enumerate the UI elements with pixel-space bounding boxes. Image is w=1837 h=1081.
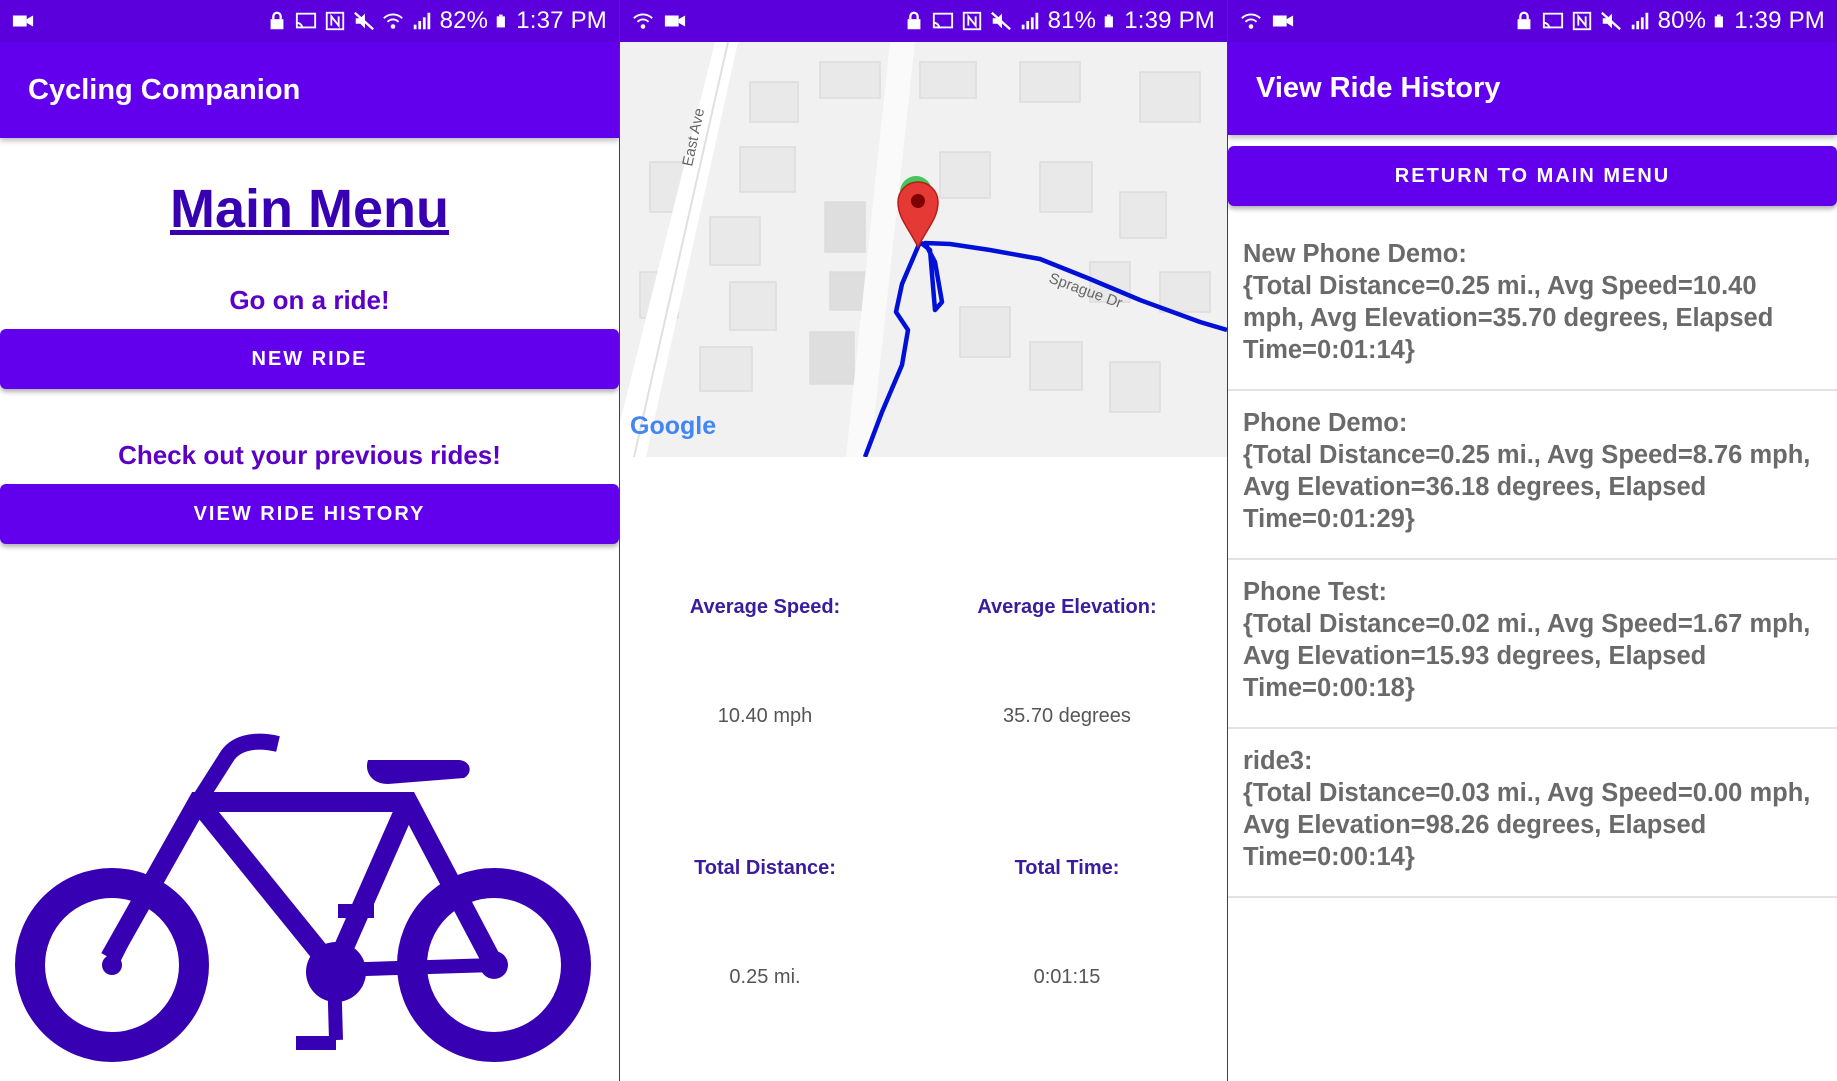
total-distance-label: Total Distance: xyxy=(694,857,836,879)
ride-name: ride3: xyxy=(1243,747,1313,775)
avg-speed-value: 10.40 mph xyxy=(717,705,813,727)
signal-icon xyxy=(413,12,430,30)
video-icon xyxy=(12,15,34,27)
lock-icon xyxy=(907,11,920,30)
battery-icon xyxy=(496,14,506,28)
mute-icon xyxy=(1600,11,1621,31)
list-item[interactable]: Phone Test: {Total Distance=0.02 mi., Av… xyxy=(1228,560,1837,729)
cast-icon xyxy=(295,12,316,29)
ride-name: Phone Test: xyxy=(1243,578,1388,606)
return-to-main-menu-button[interactable]: RETURN TO MAIN MENU xyxy=(1228,146,1837,206)
battery-percent: 80% xyxy=(1657,7,1707,34)
signal-icon xyxy=(1021,12,1038,30)
status-bar: 81% 1:39 PM xyxy=(620,0,1227,42)
app-bar-title: View Ride History xyxy=(1228,42,1837,135)
avg-elevation-value: 35.70 degrees xyxy=(1003,705,1131,727)
cast-icon xyxy=(932,12,953,29)
wifi-icon xyxy=(633,13,653,29)
route-map[interactable]: East Ave Sprague Dr Google xyxy=(620,42,1227,457)
ride-details: {Total Distance=0.25 mi., Avg Speed=10.4… xyxy=(1243,272,1774,364)
video-icon xyxy=(664,15,686,27)
ride-details: {Total Distance=0.03 mi., Avg Speed=0.00… xyxy=(1243,779,1811,871)
nfc-icon xyxy=(325,11,344,31)
google-logo: Google xyxy=(630,412,716,440)
list-item[interactable]: ride3: {Total Distance=0.03 mi., Avg Spe… xyxy=(1228,729,1837,898)
mute-icon xyxy=(990,11,1011,31)
avg-elevation-label: Average Elevation: xyxy=(977,596,1157,618)
ride-details: {Total Distance=0.25 mi., Avg Speed=8.76… xyxy=(1243,441,1811,533)
battery-percent: 82% xyxy=(439,7,489,34)
total-time-value: 0:01:15 xyxy=(1033,966,1101,988)
clock: 1:39 PM xyxy=(1734,7,1825,34)
ride-name: Phone Demo: xyxy=(1243,409,1408,437)
lock-icon xyxy=(270,11,283,30)
lock-icon xyxy=(1517,11,1530,30)
list-item[interactable]: New Phone Demo: {Total Distance=0.25 mi.… xyxy=(1228,222,1837,391)
ride-screen: 81% 1:39 PM East Ave Sprague Dr Google A… xyxy=(619,0,1228,1081)
ride-history-screen: 80% 1:39 PM View Ride History RETURN TO … xyxy=(1228,0,1837,1081)
bicycle-icon xyxy=(15,733,591,1062)
ride-details: {Total Distance=0.02 mi., Avg Speed=1.67… xyxy=(1243,610,1811,702)
clock: 1:37 PM xyxy=(516,7,607,34)
nfc-icon xyxy=(1572,11,1591,31)
nfc-icon xyxy=(962,11,981,31)
ride-name: New Phone Demo: xyxy=(1243,240,1467,268)
total-time-label: Total Time: xyxy=(1014,857,1120,879)
new-ride-button[interactable]: NEW RIDE xyxy=(0,329,619,389)
mute-icon xyxy=(353,11,374,31)
wifi-icon xyxy=(382,13,403,29)
app-bar-title: Cycling Companion xyxy=(0,42,619,138)
view-ride-history-button[interactable]: VIEW RIDE HISTORY xyxy=(0,484,619,544)
status-bar: 80% 1:39 PM xyxy=(1228,0,1837,42)
ride-prompt: Go on a ride! xyxy=(229,285,390,315)
total-distance-value: 0.25 mi. xyxy=(729,966,801,988)
history-prompt: Check out your previous rides! xyxy=(118,440,501,470)
battery-icon xyxy=(1714,14,1724,28)
video-icon xyxy=(1272,15,1294,27)
wifi-icon xyxy=(1241,13,1261,29)
page-title: Main Menu xyxy=(170,179,449,239)
signal-icon xyxy=(1631,12,1648,30)
ride-history-list: New Phone Demo: {Total Distance=0.25 mi.… xyxy=(1228,222,1837,898)
battery-icon xyxy=(1104,14,1114,28)
status-bar: 82% 1:37 PM xyxy=(0,0,619,42)
avg-speed-label: Average Speed: xyxy=(689,596,841,618)
battery-percent: 81% xyxy=(1047,7,1097,34)
list-item[interactable]: Phone Demo: {Total Distance=0.25 mi., Av… xyxy=(1228,391,1837,560)
cast-icon xyxy=(1542,12,1563,29)
clock: 1:39 PM xyxy=(1124,7,1215,34)
main-menu-screen: 82% 1:37 PM Cycling Companion Main Menu … xyxy=(0,0,619,1081)
